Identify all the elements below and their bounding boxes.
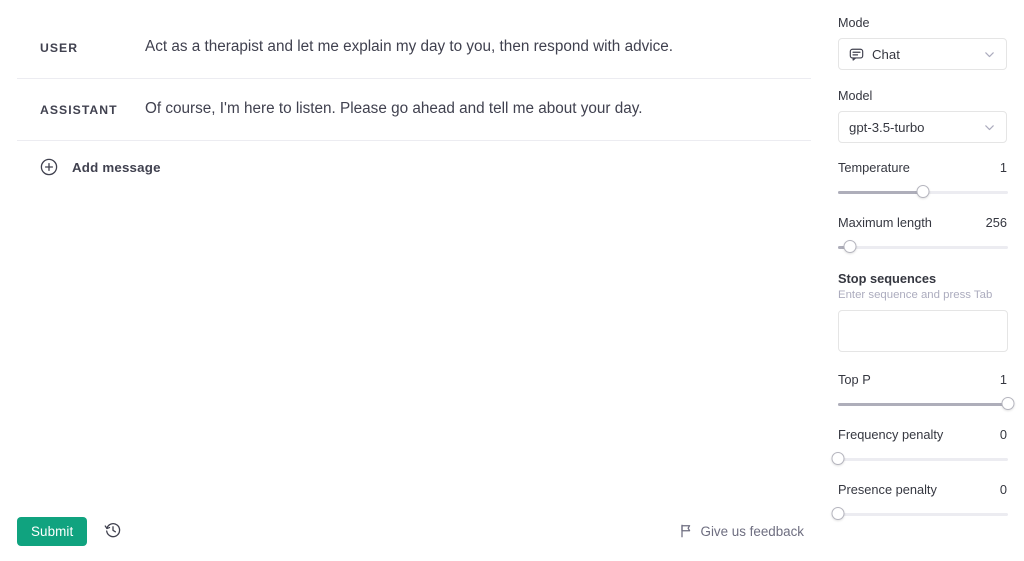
- stop-sequences-hint: Enter sequence and press Tab: [838, 289, 993, 301]
- give-feedback-label: Give us feedback: [700, 523, 804, 539]
- slider-value[interactable]: 1: [1000, 160, 1007, 176]
- bottom-toolbar: Submit Give us feedback: [0, 501, 828, 561]
- slider-thumb[interactable]: [831, 452, 845, 465]
- slider-value[interactable]: 0: [1000, 427, 1007, 443]
- message-text[interactable]: Act as a therapist and let me explain my…: [145, 36, 811, 58]
- history-button[interactable]: [100, 518, 126, 544]
- main-panel: USER Act as a therapist and let me expla…: [0, 0, 828, 561]
- slider-frequency-penalty: Frequency penalty 0: [831, 427, 1008, 466]
- chevron-down-icon: [983, 121, 996, 134]
- playground-app: USER Act as a therapist and let me expla…: [0, 0, 1024, 561]
- slider-value[interactable]: 0: [1000, 482, 1007, 498]
- mode-value: Chat: [872, 46, 900, 62]
- model-select[interactable]: gpt-3.5-turbo: [838, 111, 1007, 143]
- slider-fill: [838, 191, 923, 194]
- slider-presence-penalty: Presence penalty 0: [831, 482, 1008, 521]
- table-row[interactable]: ASSISTANT Of course, I'm here to listen.…: [17, 79, 811, 141]
- table-row[interactable]: USER Act as a therapist and let me expla…: [17, 17, 811, 79]
- slider-track[interactable]: [831, 452, 1008, 466]
- slider-top-p: Top P 1: [838, 372, 1015, 411]
- slider-label: Top P: [838, 372, 871, 387]
- model-label: Model: [838, 89, 873, 103]
- slider-label: Temperature: [838, 160, 910, 175]
- slider-value[interactable]: 1: [1000, 372, 1007, 388]
- mode-label: Mode: [838, 16, 870, 30]
- slider-track[interactable]: [838, 185, 1008, 199]
- model-value: gpt-3.5-turbo: [849, 119, 925, 135]
- add-message-button[interactable]: Add message: [17, 141, 811, 193]
- slider-rail: [838, 458, 1008, 461]
- settings-sidebar: Mode Chat Model gpt-3.5-turbo Temperatur…: [828, 0, 1024, 561]
- slider-label: Maximum length: [838, 215, 932, 230]
- chevron-down-icon: [983, 48, 996, 61]
- slider-thumb[interactable]: [831, 507, 845, 520]
- message-role-label: USER: [40, 41, 79, 55]
- slider-fill: [838, 403, 1008, 406]
- give-feedback-link[interactable]: Give us feedback: [679, 524, 811, 539]
- stop-sequences-group: Stop sequences Enter sequence and press …: [838, 270, 1008, 357]
- plus-circle-icon: [40, 158, 58, 176]
- mode-select[interactable]: Chat: [838, 38, 1007, 70]
- slider-track[interactable]: [838, 397, 1015, 411]
- stop-sequences-label: Stop sequences: [838, 271, 937, 286]
- slider-thumb[interactable]: [843, 240, 857, 253]
- conversation-list: USER Act as a therapist and let me expla…: [0, 0, 828, 561]
- slider-maximum-length: Maximum length 256: [838, 215, 1008, 254]
- add-message-label: Add message: [72, 159, 161, 175]
- submit-button[interactable]: Submit: [17, 516, 88, 546]
- slider-track[interactable]: [838, 240, 1008, 254]
- slider-rail: [838, 513, 1008, 516]
- stop-sequences-input[interactable]: [838, 310, 1008, 352]
- history-icon: [104, 521, 122, 542]
- slider-thumb[interactable]: [916, 185, 930, 198]
- message-role-label: ASSISTANT: [40, 103, 118, 117]
- slider-label: Frequency penalty: [838, 427, 944, 442]
- slider-header: Temperature 1: [838, 160, 1008, 176]
- slider-thumb[interactable]: [1001, 397, 1015, 410]
- slider-rail: [838, 246, 1008, 249]
- slider-header: Presence penalty 0: [838, 482, 1008, 498]
- slider-track[interactable]: [831, 507, 1008, 521]
- slider-header: Top P 1: [838, 372, 1008, 388]
- message-text[interactable]: Of course, I'm here to listen. Please go…: [145, 98, 811, 120]
- flag-icon: [679, 524, 693, 538]
- slider-temperature: Temperature 1: [838, 160, 1008, 199]
- chat-bubble-icon: [849, 47, 864, 62]
- slider-header: Frequency penalty 0: [838, 427, 1008, 443]
- slider-value[interactable]: 256: [986, 215, 1007, 231]
- slider-header: Maximum length 256: [838, 215, 1008, 231]
- slider-label: Presence penalty: [838, 482, 937, 497]
